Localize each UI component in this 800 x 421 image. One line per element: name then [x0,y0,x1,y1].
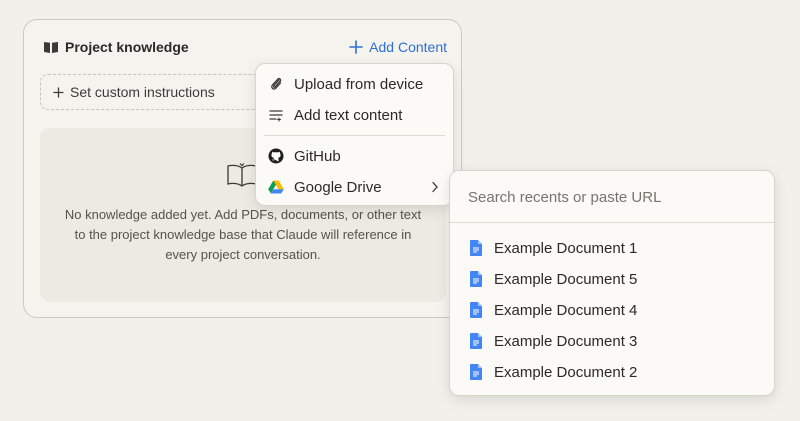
panel-header: Project knowledge Add Content [43,37,447,57]
book-icon [44,42,58,53]
google-doc-icon [470,240,482,256]
menu-item-upload-from-device[interactable]: Upload from device [256,70,453,98]
drive-search-input[interactable] [468,185,758,209]
menu-item-add-text-content[interactable]: Add text content [256,101,453,129]
drive-document-item[interactable]: Example Document 2 [450,359,774,385]
custom-instructions-label: Set custom instructions [70,84,215,100]
drive-document-item[interactable]: Example Document 5 [450,266,774,292]
drive-document-item[interactable]: Example Document 4 [450,297,774,323]
drive-document-item[interactable]: Example Document 1 [450,235,774,261]
text-lines-icon [268,107,284,123]
paperclip-icon [268,76,284,92]
chevron-right-icon [432,181,438,193]
google-doc-icon [470,271,482,287]
menu-item-github[interactable]: GitHub [256,142,453,170]
add-content-button[interactable]: Add Content [349,39,447,55]
github-icon [268,148,284,164]
google-drive-icon [268,179,284,195]
menu-divider [264,135,445,136]
google-doc-icon [470,302,482,318]
drive-search-bar [450,171,774,223]
panel-title-text: Project knowledge [65,39,189,55]
add-content-menu: Upload from device Add text content GitH… [255,63,454,206]
drive-document-item[interactable]: Example Document 3 [450,328,774,354]
plus-icon [53,86,64,98]
google-doc-icon [470,333,482,349]
add-content-label: Add Content [369,39,447,55]
menu-item-label: Upload from device [294,75,424,93]
plus-icon [349,40,363,54]
panel-title: Project knowledge [43,39,189,55]
document-name: Example Document 3 [494,332,638,350]
menu-item-google-drive[interactable]: Google Drive [256,173,453,201]
menu-item-label: Google Drive [294,178,382,196]
document-name: Example Document 5 [494,270,638,288]
document-name: Example Document 1 [494,239,638,257]
google-drive-picker: Example Document 1 Example Document 5 Ex… [449,170,775,396]
menu-item-label: Add text content [294,106,403,124]
open-book-icon [227,163,257,187]
empty-state-text: No knowledge added yet. Add PDFs, docume… [64,207,422,262]
document-name: Example Document 4 [494,301,638,319]
menu-item-label: GitHub [294,147,341,165]
document-name: Example Document 2 [494,363,638,381]
set-custom-instructions-button[interactable]: Set custom instructions [40,74,272,110]
google-doc-icon [470,364,482,380]
